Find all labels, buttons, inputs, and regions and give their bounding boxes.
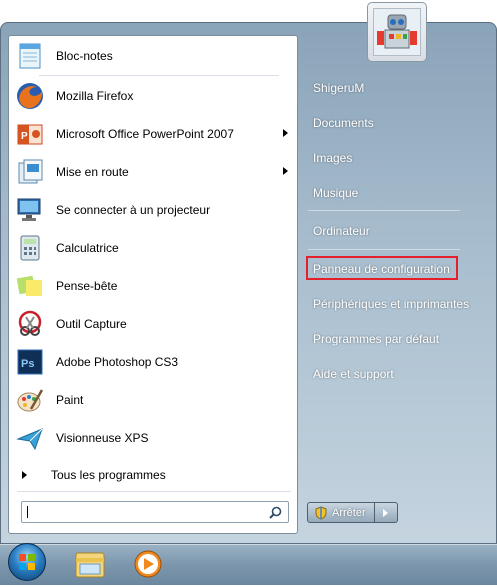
program-item-xps-viewer[interactable]: Visionneuse XPS [14,420,292,456]
program-item-firefox[interactable]: Mozilla Firefox [14,78,292,114]
sticky-notes-icon [14,270,46,302]
program-item-photoshop[interactable]: Ps Adobe Photoshop CS3 [14,344,292,380]
program-item-projector[interactable]: Se connecter à un projecteur [14,192,292,228]
taskbar-media-player-button[interactable] [124,546,172,582]
program-item-snipping-tool[interactable]: Outil Capture [14,306,292,342]
paint-icon [14,384,46,416]
shutdown-button[interactable]: Arrêter [307,502,375,523]
right-item-computer[interactable]: Ordinateur [313,224,370,238]
calculator-icon [14,232,46,264]
right-separator [308,210,460,211]
search-box[interactable] [21,501,289,523]
program-label: Pense-bête [56,279,118,293]
program-label: Visionneuse XPS [56,431,149,445]
programs-pane: Bloc-notes Mozilla Firefox P Microsoft O… [8,35,298,534]
right-item-images[interactable]: Images [313,151,352,165]
program-item-powerpoint[interactable]: P Microsoft Office PowerPoint 2007 [14,116,292,152]
program-label: Paint [56,393,84,407]
powerpoint-icon: P [14,118,46,150]
pinned-separator [39,75,279,76]
robot-avatar-icon [373,8,421,56]
submenu-arrow-icon[interactable] [283,167,288,175]
shutdown-label: Arrêter [332,506,366,519]
program-item-notepad[interactable]: Bloc-notes [14,38,292,74]
explorer-icon [75,552,105,578]
svg-text:P: P [21,131,28,142]
program-label: Se connecter à un projecteur [56,203,211,217]
windows-logo-icon [19,554,35,570]
all-programs-label: Tous les programmes [51,468,166,482]
snipping-tool-icon [14,308,46,340]
all-programs-arrow-icon [22,471,27,479]
program-label: Mise en route [56,165,129,179]
program-label: Calculatrice [56,241,119,255]
program-item-calculator[interactable]: Calculatrice [14,230,292,266]
program-item-getting-started[interactable]: Mise en route [14,154,292,190]
program-label: Adobe Photoshop CS3 [56,355,179,369]
right-item-user[interactable]: ShigeruM [313,81,364,95]
photoshop-icon: Ps [14,346,46,378]
shutdown-options-button[interactable] [375,502,398,523]
control-panel-highlight [306,256,458,280]
svg-text:Ps: Ps [21,358,34,370]
search-icon[interactable] [269,506,282,519]
program-item-sticky-notes[interactable]: Pense-bête [14,268,292,304]
program-label: Bloc-notes [56,49,113,63]
projector-icon [14,194,46,226]
right-item-default-programs[interactable]: Programmes par défaut [313,332,439,346]
media-player-icon [134,550,162,578]
user-avatar[interactable] [367,2,427,62]
program-label: Outil Capture [56,317,127,331]
notepad-icon [14,40,46,72]
firefox-icon [14,80,46,112]
chevron-right-icon [383,509,388,517]
search-separator [17,491,291,492]
text-caret [27,506,28,518]
right-item-music[interactable]: Musique [313,186,358,200]
taskbar-explorer-button[interactable] [66,546,114,582]
right-item-help-support[interactable]: Aide et support [313,367,394,381]
shield-icon [315,505,327,520]
right-item-documents[interactable]: Documents [313,116,374,130]
program-label: Mozilla Firefox [56,89,134,103]
program-item-paint[interactable]: Paint [14,382,292,418]
getting-started-icon [14,156,46,188]
xps-viewer-icon [14,422,46,454]
program-label: Microsoft Office PowerPoint 2007 [56,127,234,141]
right-item-devices-printers[interactable]: Périphériques et imprimantes [313,297,469,311]
right-separator [308,249,460,250]
submenu-arrow-icon[interactable] [283,129,288,137]
all-programs-button[interactable]: Tous les programmes [14,464,292,486]
start-button[interactable] [8,543,46,581]
